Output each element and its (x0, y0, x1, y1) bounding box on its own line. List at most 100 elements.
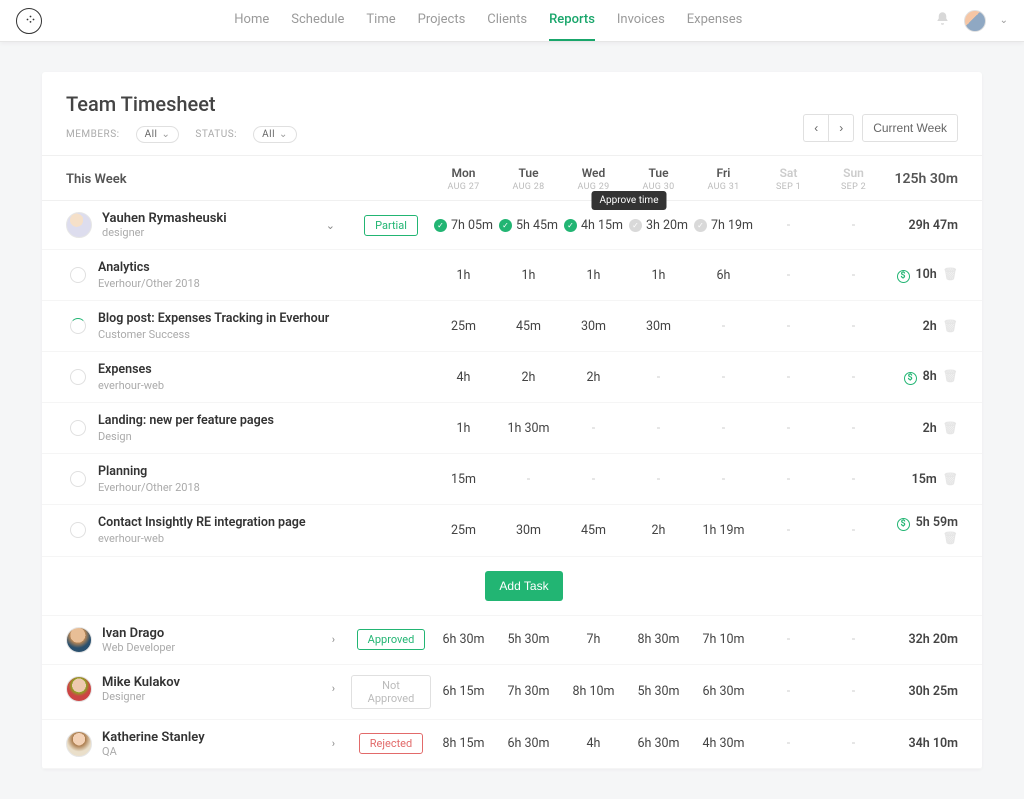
check-icon: ✓ (629, 219, 642, 232)
trash-icon[interactable]: 🗑 (943, 421, 958, 435)
add-task-button[interactable]: Add Task (485, 571, 562, 601)
main-nav: Home Schedule Time Projects Clients Reports In… (42, 0, 935, 41)
task-name[interactable]: Landing: new per feature pages (98, 413, 274, 428)
task-name[interactable]: Expenses (98, 362, 164, 377)
nav-projects[interactable]: Projects (418, 0, 466, 41)
task-name[interactable]: Planning (98, 464, 200, 479)
member-role: QA (102, 745, 205, 758)
check-icon: ✓ (434, 219, 447, 232)
trash-icon[interactable]: 🗑 (943, 319, 958, 333)
member-role: Web Developer (102, 641, 175, 654)
topbar: Home Schedule Time Projects Clients Reports In… (0, 0, 1024, 42)
task-name[interactable]: Contact Insightly RE integration page (98, 515, 306, 530)
page-title: Team Timesheet (66, 92, 297, 116)
nav-home[interactable]: Home (234, 0, 269, 41)
task-project: Customer Success (98, 328, 329, 341)
user-avatar[interactable] (964, 10, 986, 32)
nav-expenses[interactable]: Expenses (687, 0, 743, 41)
member-role: designer (102, 226, 227, 239)
nav-schedule[interactable]: Schedule (291, 0, 344, 41)
row-total: 2h🗑 (886, 403, 982, 454)
trash-icon[interactable]: 🗑 (943, 369, 958, 383)
task-status-icon[interactable] (70, 471, 86, 487)
avatar (66, 676, 92, 702)
money-icon: $ (897, 518, 910, 531)
status-badge: Rejected (359, 733, 423, 754)
task-name[interactable]: Blog post: Expenses Tracking in Everhour (98, 311, 329, 326)
status-badge: Not Approved (351, 675, 431, 709)
member-role: Designer (102, 690, 180, 703)
collapse-icon[interactable]: ⌄ (318, 219, 343, 232)
status-badge: Approved (357, 629, 426, 650)
avatar (66, 627, 92, 653)
task-name[interactable]: Analytics (98, 260, 200, 275)
day-header: TueAUG 28 (496, 156, 561, 201)
this-week-header: This Week (42, 156, 351, 201)
task-status-icon[interactable] (70, 369, 86, 385)
grand-total: 125h 30m (886, 156, 982, 201)
members-filter[interactable]: All ⌄ (136, 126, 180, 143)
row-total: 32h 20m (886, 615, 982, 664)
task-status-icon[interactable] (70, 522, 86, 538)
day-header: FriAUG 31 (691, 156, 756, 201)
row-total: 34h 10m (886, 719, 982, 768)
timesheet-table: This WeekMonAUG 27TueAUG 28WedAUG 29TueA… (42, 155, 982, 769)
chevron-down-icon[interactable]: ⌄ (1000, 15, 1008, 26)
task-project: Everhour/Other 2018 (98, 277, 200, 290)
task-row: Contact Insightly RE integration page eve… (42, 505, 982, 557)
nav-invoices[interactable]: Invoices (617, 0, 665, 41)
app-logo[interactable] (16, 8, 42, 34)
member-name: Mike Kulakov (102, 675, 180, 690)
task-status-icon[interactable] (70, 267, 86, 283)
row-total: 30h 25m (886, 664, 982, 719)
task-project: everhour-web (98, 532, 306, 545)
money-icon: $ (904, 372, 917, 385)
trash-icon[interactable]: 🗑 (943, 267, 958, 281)
money-icon: $ (897, 270, 910, 283)
task-status-icon[interactable] (70, 420, 86, 436)
task-status-icon[interactable] (70, 318, 86, 334)
check-icon: ✓ (694, 219, 707, 232)
status-filter-label: STATUS: (195, 129, 237, 140)
nav-time[interactable]: Time (366, 0, 395, 41)
task-row: AnalyticsEverhour/Other 2018 1h1h1h1h6h-… (42, 250, 982, 301)
expand-icon[interactable]: › (324, 633, 343, 646)
status-badge: Partial (364, 215, 418, 236)
task-row: Expenseseverhour-web 4h2h2h---- $8h🗑 (42, 352, 982, 403)
member-name: Katherine Stanley (102, 730, 205, 745)
expand-icon[interactable]: › (324, 682, 343, 695)
row-total: $8h🗑 (886, 352, 982, 403)
day-header: SatSEP 1 (756, 156, 821, 201)
row-total: 29h 47m (886, 201, 982, 250)
row-total: $10h🗑 (886, 250, 982, 301)
member-row: Mike KulakovDesigner › Not Approved 6h 1… (42, 664, 982, 719)
member-row: Yauhen Rymasheuskidesigner ⌄ Partial ✓7h… (42, 201, 982, 250)
day-header: SunSEP 2 (821, 156, 886, 201)
approve-tooltip: Approve time (591, 191, 666, 210)
current-week-button[interactable]: Current Week (862, 114, 958, 142)
task-project: Design (98, 430, 274, 443)
members-filter-label: MEMBERS: (66, 129, 120, 140)
avatar (66, 731, 92, 757)
member-row: Ivan DragoWeb Developer › Approved 6h 30… (42, 615, 982, 664)
check-icon: ✓ (564, 219, 577, 232)
nav-reports[interactable]: Reports (549, 0, 595, 41)
prev-week-button[interactable]: ‹ (803, 114, 828, 142)
expand-icon[interactable]: › (324, 737, 343, 750)
task-row: PlanningEverhour/Other 2018 15m------ 15… (42, 454, 982, 505)
week-nav: ‹ › (803, 114, 854, 142)
trash-icon[interactable]: 🗑 (943, 531, 958, 545)
next-week-button[interactable]: › (828, 114, 854, 142)
member-row: Katherine StanleyQA › Rejected 8h 15m6h … (42, 719, 982, 768)
day-header: MonAUG 27 (431, 156, 496, 201)
task-project: Everhour/Other 2018 (98, 481, 200, 494)
trash-icon[interactable]: 🗑 (943, 472, 958, 486)
row-total: 2h🗑 (886, 301, 982, 352)
notifications-icon[interactable] (935, 11, 950, 30)
status-filter[interactable]: All ⌄ (253, 126, 297, 143)
nav-clients[interactable]: Clients (487, 0, 527, 41)
member-name: Yauhen Rymasheuski (102, 211, 227, 226)
member-name: Ivan Drago (102, 626, 175, 641)
avatar (66, 212, 92, 238)
task-row: Landing: new per feature pagesDesign 1h1… (42, 403, 982, 454)
